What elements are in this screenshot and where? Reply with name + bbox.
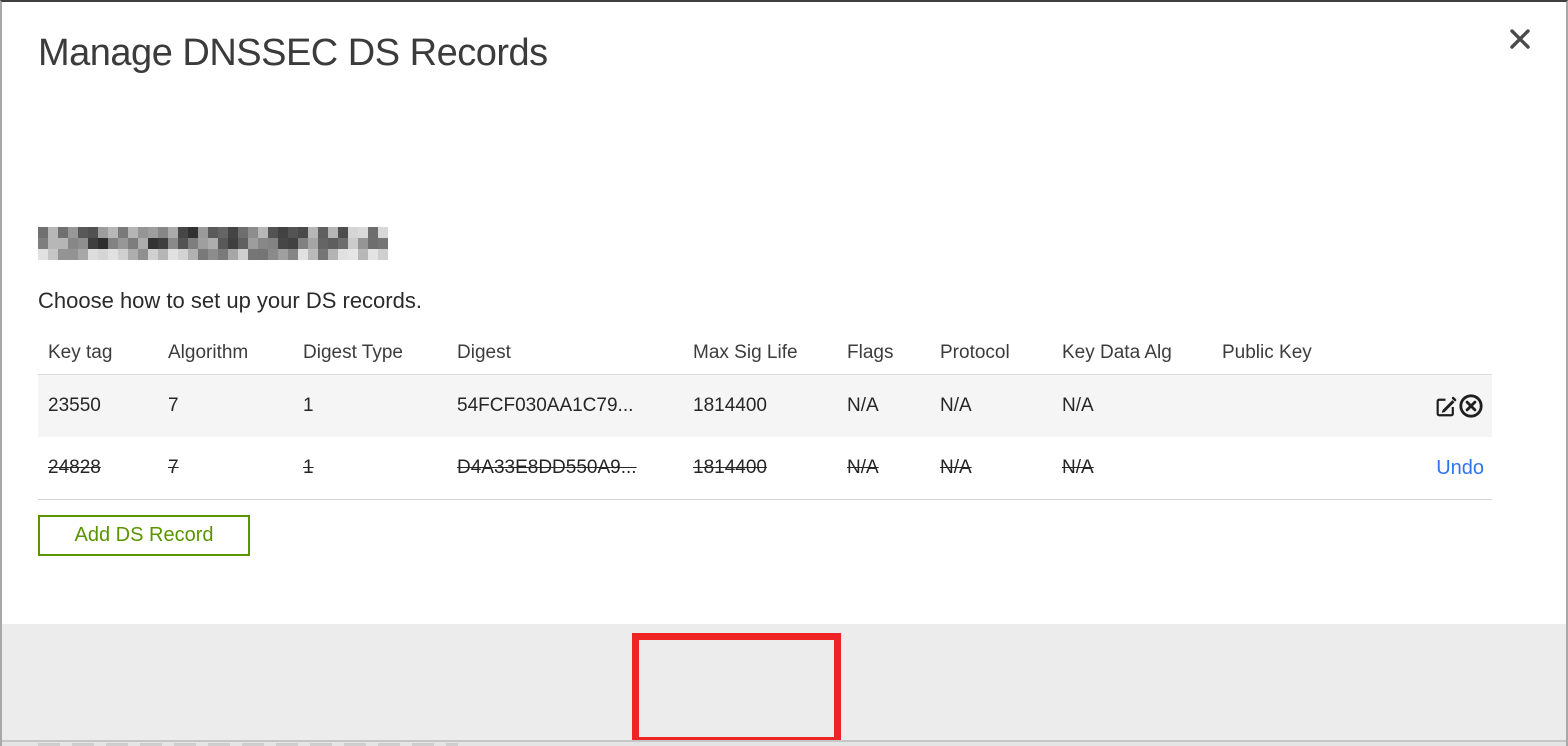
cell-algorithm: 7 [168, 395, 179, 416]
column-header-protocol: Protocol [940, 342, 1010, 363]
cell-flags: N/A [847, 457, 879, 478]
column-header-algorithm: Algorithm [168, 342, 249, 363]
modal-footer: Save Cancel [2, 624, 1566, 741]
edit-record-icon[interactable] [1432, 393, 1458, 419]
cell-digest-type: 1 [303, 457, 314, 478]
page-title: Manage DNSSEC DS Records [38, 32, 548, 74]
delete-record-icon[interactable] [1458, 393, 1484, 419]
column-header-digest-type: Digest Type [303, 342, 403, 363]
cell-max-sig-life: 1814400 [693, 395, 767, 416]
table-row-marked-for-deletion: 24828 7 1 D4A33E8DD550A9... 1814400 N/A … [38, 437, 1492, 500]
cell-digest: D4A33E8DD550A9... [457, 457, 637, 478]
cell-max-sig-life: 1814400 [693, 457, 767, 478]
cell-key-data-alg: N/A [1062, 395, 1094, 416]
cell-protocol: N/A [940, 395, 972, 416]
redacted-domain-name [38, 227, 388, 260]
cell-protocol: N/A [940, 457, 972, 478]
column-header-flags: Flags [847, 342, 894, 363]
column-header-key-data-alg: Key Data Alg [1062, 342, 1172, 363]
cell-digest-type: 1 [303, 395, 314, 416]
cell-algorithm: 7 [168, 457, 179, 478]
column-header-key-tag: Key tag [48, 342, 113, 363]
column-header-digest: Digest [457, 342, 511, 363]
undo-link[interactable]: Undo [1436, 457, 1484, 480]
cell-key-tag: 24828 [48, 457, 101, 478]
table-header-row: Key tag Algorithm Digest Type Digest Max… [38, 332, 1492, 374]
column-header-public-key: Public Key [1222, 342, 1312, 363]
cell-key-data-alg: N/A [1062, 457, 1094, 478]
cell-digest: 54FCF030AA1C79... [457, 395, 634, 416]
cell-flags: N/A [847, 395, 879, 416]
ds-records-table: Key tag Algorithm Digest Type Digest Max… [38, 332, 1492, 500]
instruction-text: Choose how to set up your DS records. [38, 288, 422, 313]
close-icon[interactable] [1505, 24, 1535, 54]
column-header-max-sig-life: Max Sig Life [693, 342, 798, 363]
add-ds-record-button[interactable]: Add DS Record [38, 515, 250, 556]
cell-key-tag: 23550 [48, 395, 101, 416]
table-row: 23550 7 1 54FCF030AA1C79... 1814400 N/A … [38, 374, 1492, 437]
dnssec-modal: Manage DNSSEC DS Records Choose how to s… [0, 0, 1568, 746]
